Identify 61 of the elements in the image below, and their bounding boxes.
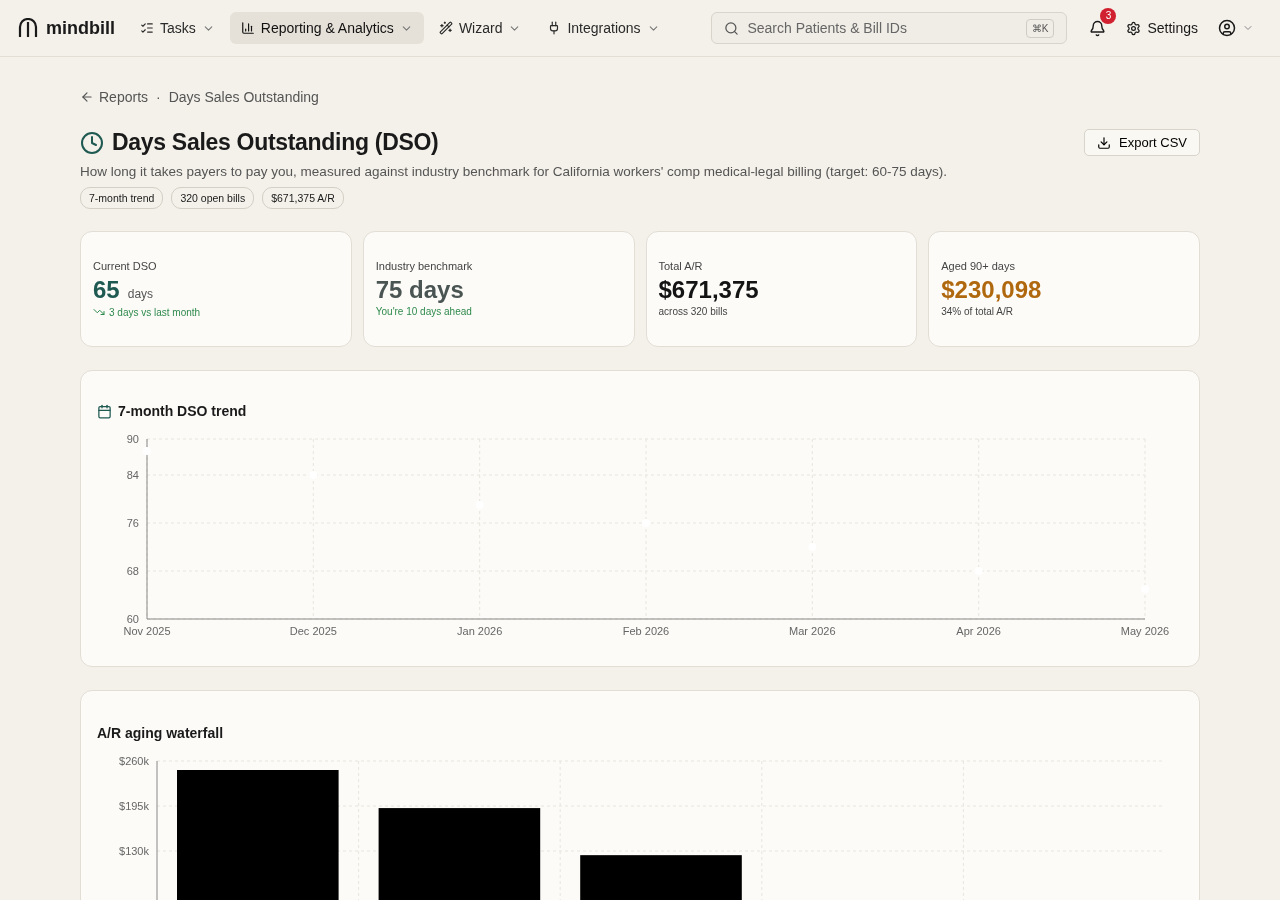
axis-label: Mar 2026 — [789, 625, 836, 637]
axis-label: 60 — [126, 613, 139, 625]
chart-title: 7-month DSO trend — [118, 403, 247, 419]
notification-count: 3 — [1100, 7, 1117, 24]
axis-label: Apr 2026 — [956, 625, 1001, 637]
stat-unit: days — [127, 287, 154, 301]
stat-value: 75 days — [375, 276, 464, 304]
gear-icon — [1126, 20, 1142, 36]
magic-wand-icon — [438, 21, 453, 35]
stat-value: 65 — [93, 276, 120, 304]
nav-menu[interactable]: Wizard — [427, 12, 533, 44]
nav-menu[interactable]: Tasks — [129, 12, 226, 44]
nav-menu[interactable]: Integrations — [536, 12, 671, 44]
stat-label: Aged 90+ days — [941, 260, 1016, 272]
download-icon — [1097, 135, 1112, 150]
stat-note: across 320 bills — [658, 306, 728, 317]
stat-label: Total A/R — [658, 260, 704, 272]
calendar-icon — [97, 403, 112, 419]
breadcrumb-separator: · — [156, 89, 161, 105]
axis-label: Dec 2025 — [289, 625, 337, 637]
bar-chart-icon — [240, 21, 255, 35]
tag: 320 open bills — [171, 187, 255, 209]
nav-menu[interactable]: Reporting & Analytics — [229, 12, 424, 44]
stat-label: Current DSO — [93, 260, 158, 272]
tag: 7-month trend — [80, 187, 164, 209]
axis-label: May 2026 — [1120, 625, 1170, 637]
axis-label: Nov 2025 — [123, 625, 171, 637]
axis-label: $130k — [119, 845, 149, 857]
breadcrumb-link[interactable]: Reports — [80, 89, 149, 105]
stat-value: $230,098 — [941, 276, 1042, 304]
page-subtitle: How long it takes payers to pay you, measured against industry benchmark for California workers' comp medical-legal billing (target: 60-75 days). — [80, 164, 948, 179]
stat-note: 3 days vs last month — [109, 306, 201, 318]
shortcut-key: ⌘K — [1025, 18, 1055, 38]
export-button[interactable]: Export CSV — [1084, 129, 1200, 156]
logo-icon — [18, 18, 38, 38]
logo-text: mindbill — [46, 17, 115, 39]
search-icon — [724, 20, 740, 36]
axis-label: $195k — [119, 800, 149, 812]
stat-value: $671,375 — [658, 276, 759, 304]
stat-label: Industry benchmark — [375, 260, 474, 272]
clock-icon — [80, 130, 104, 155]
checklist-icon — [140, 21, 154, 35]
axis-label: 84 — [126, 469, 139, 481]
search-bar[interactable]: Search Patients & Bill IDs ⌘K — [711, 12, 1068, 44]
axis-label: 76 — [126, 517, 139, 529]
stat-note: 34% of total A/R — [941, 306, 1013, 317]
axis-label: 90 — [126, 433, 139, 445]
tag: $671,375 A/R — [262, 187, 344, 209]
axis-label: $260k — [119, 755, 149, 767]
axis-label: 68 — [126, 565, 139, 577]
axis-label: Feb 2026 — [622, 625, 670, 637]
stat-note: You're 10 days ahead — [375, 306, 472, 317]
trend-down-icon — [93, 306, 105, 318]
bell-icon — [1089, 19, 1107, 37]
page-title: Days Sales Outstanding (DSO) — [112, 129, 439, 156]
settings-button[interactable]: Settings — [1118, 16, 1206, 40]
breadcrumb-current: Days Sales Outstanding — [168, 89, 319, 105]
axis-label: Jan 2026 — [457, 625, 503, 637]
chart-title: A/R aging waterfall — [97, 725, 224, 741]
user-icon — [1218, 19, 1236, 37]
search-field[interactable]: Search Patients & Bill IDs — [747, 15, 1018, 41]
